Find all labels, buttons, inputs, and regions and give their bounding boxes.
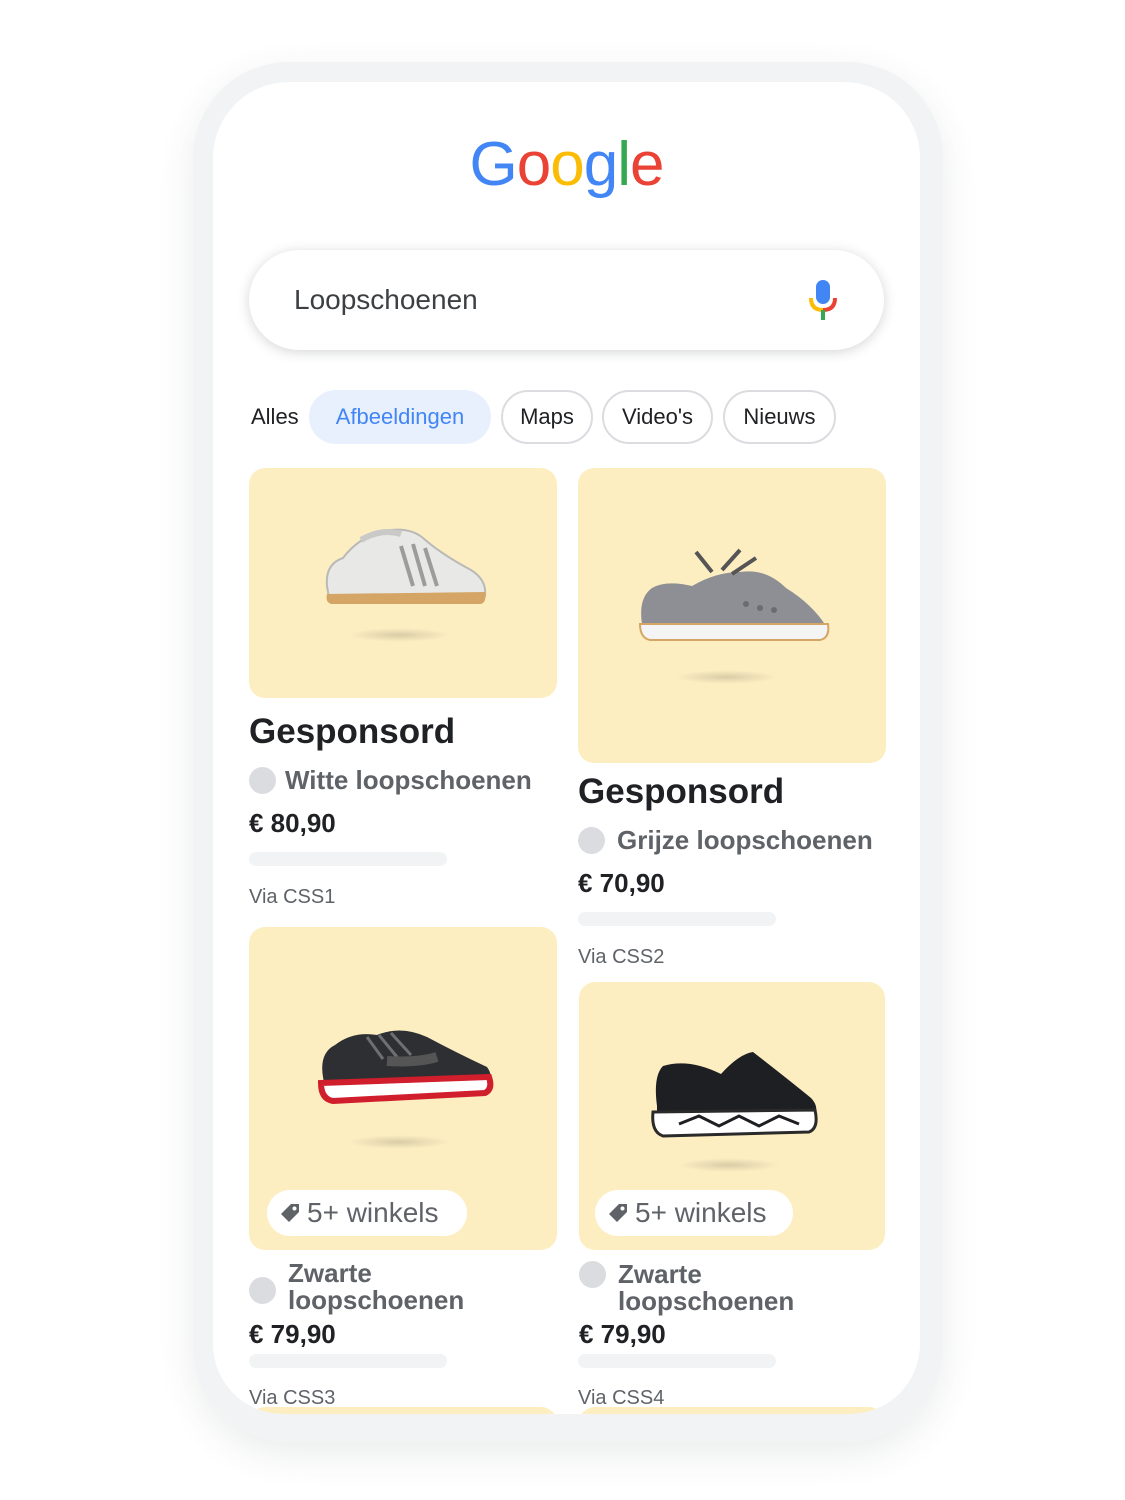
search-input[interactable]: Loopschoenen [294, 282, 478, 318]
sponsored-label: Gesponsord [578, 772, 785, 811]
product-source[interactable]: Via CSS1 [249, 886, 335, 909]
product-price: € 80,90 [249, 808, 336, 838]
product-price: € 70,90 [578, 868, 665, 898]
next-product-card[interactable] [579, 1407, 885, 1414]
placeholder-bar [578, 1354, 776, 1368]
black-slipon-image [651, 1052, 818, 1138]
product-image[interactable]: 5+ winkels [579, 982, 885, 1250]
next-product-card[interactable] [249, 1407, 557, 1414]
stores-badge-label: 5+ winkels [307, 1197, 439, 1228]
tab-alles[interactable]: Alles [249, 390, 309, 444]
logo-letter: o [516, 130, 551, 199]
product-title[interactable]: Zwarte loopschoenen [288, 1260, 528, 1314]
grey-sneaker-image [638, 548, 830, 641]
product-price: € 79,90 [249, 1319, 336, 1349]
sponsored-label: Gesponsord [249, 712, 456, 751]
logo-letter: e [629, 130, 664, 199]
black-sneaker-image [317, 1030, 494, 1105]
logo-letter: G [469, 130, 518, 199]
stores-badge: 5+ winkels [267, 1190, 467, 1236]
placeholder-bar [249, 852, 447, 866]
product-image[interactable] [249, 468, 557, 698]
price-tag-icon [609, 1204, 627, 1222]
stores-badge: 5+ winkels [595, 1190, 793, 1236]
logo-letter: g [583, 130, 618, 199]
tab-nieuws[interactable]: Nieuws [723, 390, 836, 444]
store-logo [578, 827, 605, 854]
store-logo [579, 1261, 606, 1288]
product-image[interactable]: 5+ winkels [249, 927, 557, 1250]
store-logo [249, 1277, 276, 1304]
tab-afbeeldingen[interactable]: Afbeeldingen [309, 390, 491, 444]
product-title[interactable]: Zwarte loopschoenen [618, 1261, 858, 1315]
product-image[interactable] [578, 468, 886, 763]
logo-letter: l [617, 130, 631, 199]
logo-letter: o [550, 130, 584, 199]
search-box[interactable]: Loopschoenen [249, 250, 884, 350]
stores-badge-label: 5+ winkels [635, 1197, 767, 1228]
phone-screen: Google Loopschoenen Alles Afbeeldingen M… [213, 82, 920, 1414]
placeholder-bar [578, 912, 776, 926]
product-price: € 79,90 [579, 1319, 666, 1349]
tab-videos[interactable]: Video's [602, 390, 713, 444]
product-source[interactable]: Via CSS2 [578, 946, 664, 969]
tab-maps[interactable]: Maps [501, 390, 593, 444]
google-logo: Google [213, 130, 920, 200]
microphone-icon[interactable] [807, 278, 839, 322]
store-logo [249, 767, 276, 794]
product-title[interactable]: Witte loopschoenen [285, 767, 557, 794]
product-title[interactable]: Grijze loopschoenen [617, 827, 886, 854]
white-sneaker-image [325, 528, 487, 604]
placeholder-bar [249, 1354, 447, 1368]
price-tag-icon [281, 1204, 299, 1222]
